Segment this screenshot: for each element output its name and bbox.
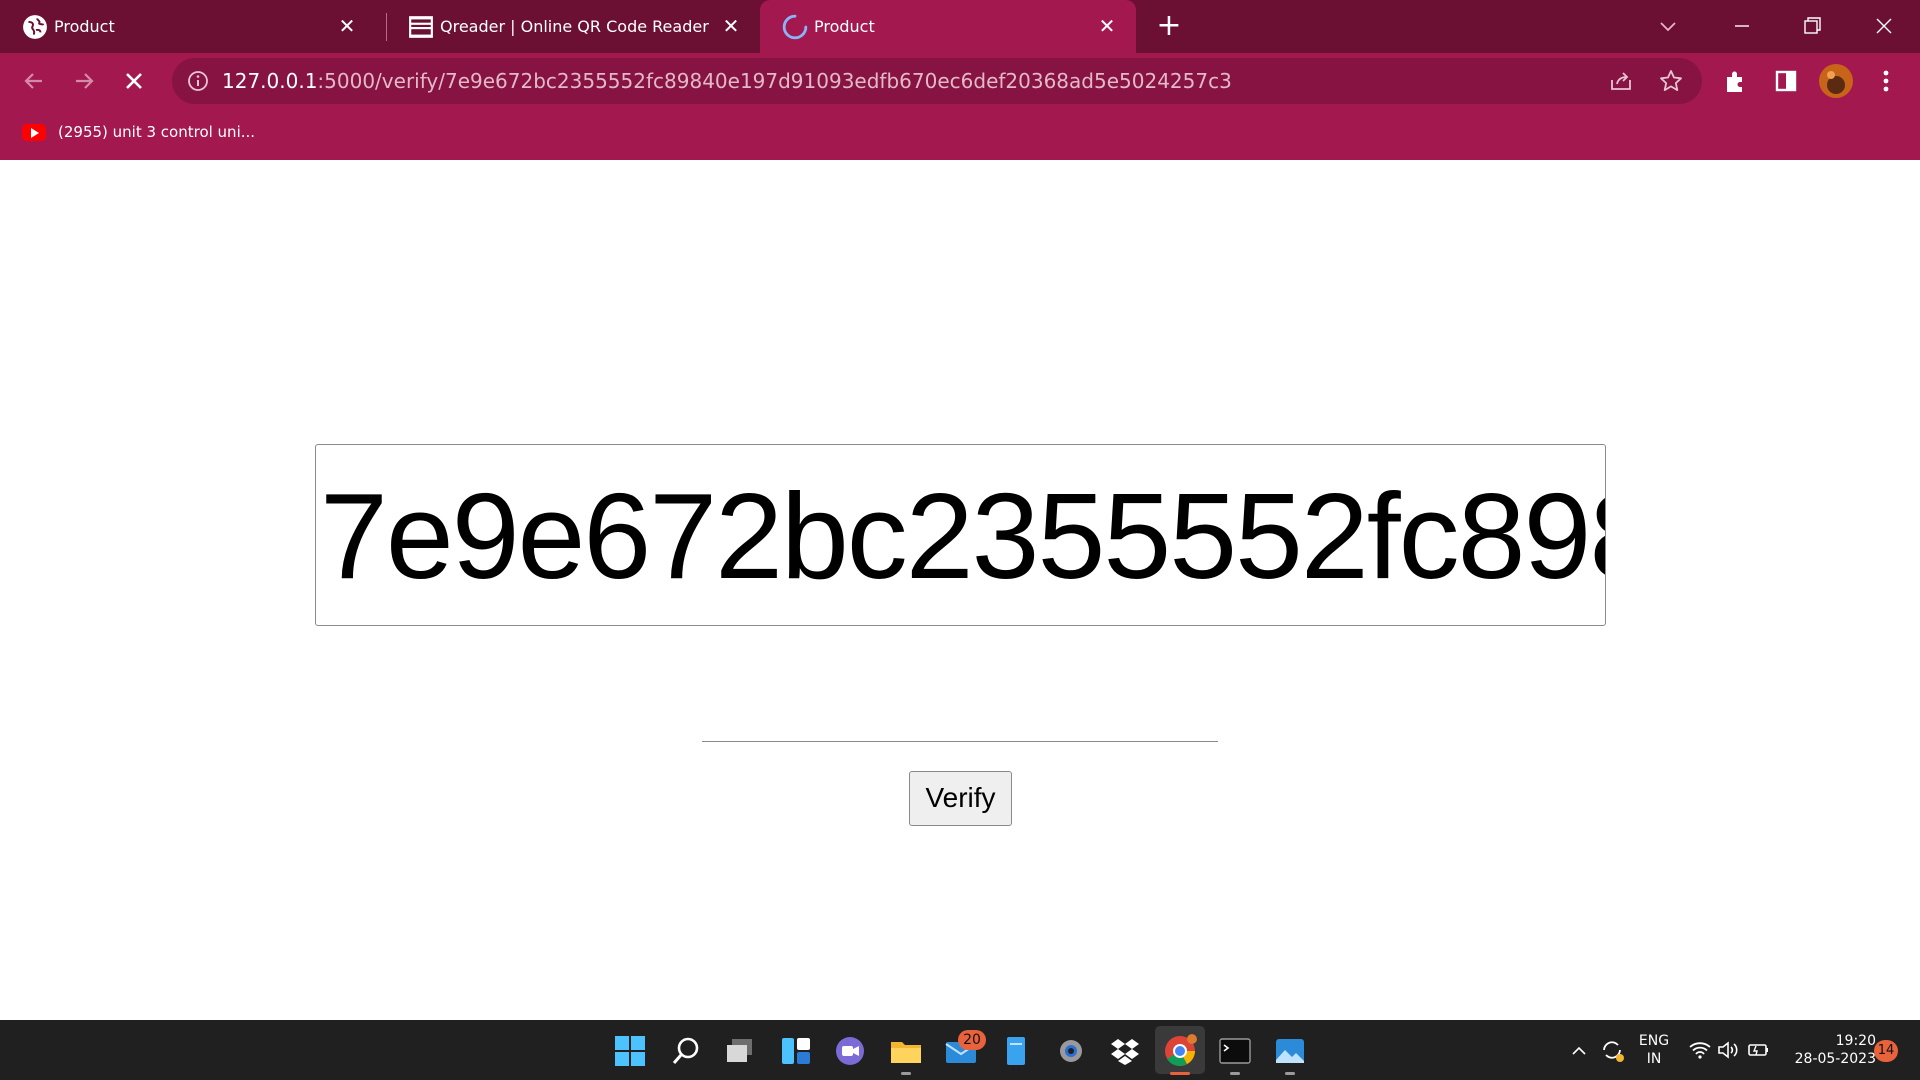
address-bar[interactable]: 127.0.0.1:5000/verify/7e9e672bc2355552fc… [172,58,1702,104]
profile-avatar[interactable] [1818,63,1854,99]
dropbox-icon[interactable] [1108,1034,1142,1068]
terminal-icon[interactable] [1218,1034,1252,1068]
tab-title: Qreader | Online QR Code Reader [440,17,709,36]
globe-icon [23,15,47,39]
minimize-icon[interactable] [1722,8,1762,44]
widgets-icon[interactable] [779,1034,813,1068]
chrome-icon[interactable] [1163,1034,1197,1068]
extensions-icon[interactable] [1718,63,1754,99]
settings-icon[interactable] [1054,1034,1088,1068]
notification-badge[interactable]: 14 [1874,1040,1898,1062]
active-indicator [1170,1072,1190,1075]
url-host: 127.0.0.1 [222,69,318,93]
bookmark-label: (2955) unit 3 control uni... [58,123,256,141]
bookmark-star-icon[interactable] [1658,68,1684,94]
loading-spinner-icon [782,14,808,40]
stop-loading-icon[interactable] [116,63,152,99]
forward-arrow-icon[interactable] [66,63,102,99]
horizontal-rule [702,741,1218,742]
taskbar: 20 ENG IN 19:20 28-05-2023 14 [0,1020,1920,1080]
hash-display-box: 7e9e672bc2355552fc89840e197d91093edfb670… [315,444,1606,626]
tab-product-active[interactable]: Product ✕ [760,0,1136,53]
site-info-icon[interactable] [186,69,210,93]
tab-title: Product [54,17,115,36]
notepad-icon[interactable] [999,1034,1033,1068]
running-indicator [1230,1072,1240,1075]
clock[interactable]: 19:20 28-05-2023 [1780,1032,1876,1068]
tab-search-chevron-icon[interactable] [1656,14,1680,38]
language-code: ENG [1638,1033,1670,1049]
sync-icon[interactable] [1598,1036,1626,1064]
clock-date: 28-05-2023 [1794,1051,1876,1067]
tab-product-1[interactable]: Product ✕ [0,0,376,53]
start-icon[interactable] [613,1034,647,1068]
language-indicator[interactable]: ENG IN [1634,1032,1674,1068]
tab-strip: Product ✕ Qreader | Online QR Code Reade… [0,0,1920,53]
chat-icon[interactable] [833,1034,867,1068]
hash-value: 7e9e672bc2355552fc89840e197d91093edfb670… [320,468,1605,604]
close-tab-icon[interactable]: ✕ [718,13,744,39]
side-panel-icon[interactable] [1768,63,1804,99]
restore-icon[interactable] [1792,8,1832,44]
mail-badge: 20 [958,1030,986,1050]
battery-icon[interactable] [1746,1038,1770,1062]
tray-overflow-chevron-icon[interactable] [1570,1042,1588,1060]
url-path: :5000/verify/7e9e672bc2355552fc89840e197… [317,69,1232,93]
volume-icon[interactable] [1716,1038,1740,1062]
region-code: IN [1646,1051,1662,1067]
share-icon[interactable] [1608,68,1634,94]
photos-icon[interactable] [1273,1034,1307,1068]
qr-site-icon [409,16,433,38]
close-window-icon[interactable] [1864,8,1904,44]
page-content: 7e9e672bc2355552fc89840e197d91093edfb670… [0,160,1920,1020]
running-indicator [901,1072,911,1075]
search-icon[interactable] [669,1034,703,1068]
browser-chrome: Product ✕ Qreader | Online QR Code Reade… [0,0,1920,160]
tab-title: Product [814,17,875,36]
close-tab-icon[interactable]: ✕ [334,13,360,39]
running-indicator [1285,1072,1295,1075]
url-text[interactable]: 127.0.0.1:5000/verify/7e9e672bc2355552fc… [222,69,1232,93]
back-arrow-icon[interactable] [16,63,52,99]
bookmark-youtube[interactable]: (2955) unit 3 control uni... [22,120,255,144]
wifi-icon[interactable] [1688,1038,1712,1062]
file-explorer-icon[interactable] [889,1034,923,1068]
clock-time: 19:20 [1835,1033,1876,1049]
menu-kebab-icon[interactable] [1868,63,1904,99]
youtube-icon [22,123,46,141]
new-tab-button[interactable]: + [1152,10,1186,44]
close-tab-icon[interactable]: ✕ [1094,13,1120,39]
task-view-icon[interactable] [723,1034,757,1068]
verify-button[interactable]: Verify [909,771,1012,826]
tab-qreader[interactable]: Qreader | Online QR Code Reader ✕ [386,0,760,53]
